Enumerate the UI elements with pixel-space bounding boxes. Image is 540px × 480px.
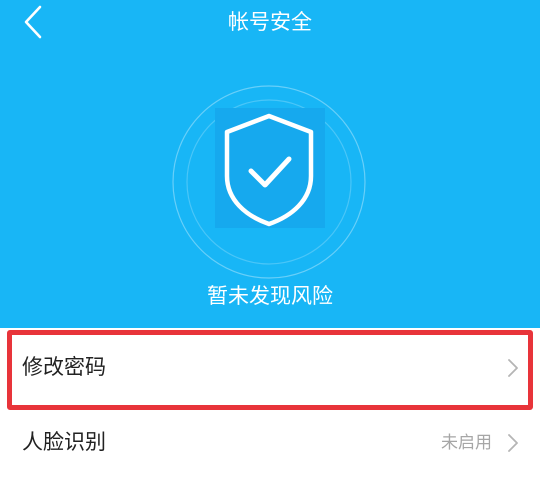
- security-status-text: 暂未发现风险: [207, 284, 333, 308]
- account-security-screen: 帐号安全 暂未发现风险 修改密码 人脸识别 未启用: [0, 0, 540, 480]
- security-shield-emblem: [171, 84, 367, 280]
- change-password-row[interactable]: 修改密码: [0, 328, 540, 410]
- chevron-right-icon: [508, 359, 518, 377]
- change-password-label: 修改密码: [22, 355, 106, 379]
- shield-check-icon: [172, 85, 366, 279]
- page-title: 帐号安全: [228, 10, 312, 34]
- face-recognition-row[interactable]: 人脸识别 未启用: [0, 410, 540, 480]
- face-recognition-status: 未启用: [441, 433, 492, 453]
- security-status-panel: 帐号安全 暂未发现风险: [0, 0, 540, 328]
- face-recognition-label: 人脸识别: [22, 430, 106, 454]
- chevron-right-icon: [508, 434, 518, 452]
